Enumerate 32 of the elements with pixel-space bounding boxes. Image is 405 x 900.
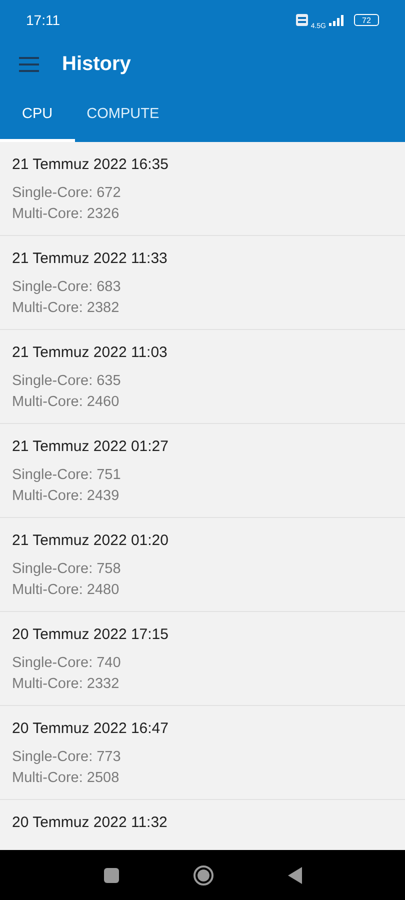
- menu-icon[interactable]: [19, 56, 39, 72]
- volte-icon: [296, 14, 308, 26]
- single-core-score: Single-Core: 758: [12, 560, 122, 579]
- battery-icon: 72: [354, 14, 379, 26]
- tab[interactable]: COMPUTE: [74, 88, 172, 142]
- result-date: 21 Temmuz 2022 16:35: [12, 156, 170, 174]
- multi-core-score: Multi-Core: 2332: [12, 675, 120, 694]
- single-core-score: Single-Core: 773: [12, 748, 122, 767]
- multi-core-score: Multi-Core: 2326: [12, 205, 120, 224]
- result-date: 21 Temmuz 2022 11:33: [12, 250, 168, 268]
- multi-core-score: Multi-Core: 2439: [12, 487, 120, 506]
- result-date: 20 Temmuz 2022 16:47: [12, 720, 170, 738]
- screen-title: History: [62, 52, 131, 76]
- result-date: 21 Temmuz 2022 01:27: [12, 438, 170, 456]
- result-date: 20 Temmuz 2022 17:15: [12, 626, 170, 644]
- status-time: 17:11: [26, 12, 60, 28]
- recents-icon[interactable]: [104, 868, 118, 882]
- single-core-score: Single-Core: 740: [12, 654, 122, 673]
- signal-icon: [329, 14, 345, 26]
- result-date: 21 Temmuz 2022 11:03: [12, 344, 168, 362]
- multi-core-score: Multi-Core: 2480: [12, 581, 120, 600]
- single-core-score: Single-Core: 635: [12, 372, 122, 391]
- single-core-score: Single-Core: 672: [12, 184, 122, 203]
- back-icon[interactable]: [288, 866, 302, 884]
- result-date: 20 Temmuz 2022 11:32: [12, 814, 168, 832]
- multi-core-score: Multi-Core: 2508: [12, 769, 120, 788]
- single-core-score: Single-Core: 683: [12, 278, 122, 297]
- single-core-score: Single-Core: 751: [12, 466, 122, 485]
- multi-core-score: Multi-Core: 2460: [12, 393, 120, 412]
- multi-core-score: Multi-Core: 2382: [12, 299, 120, 318]
- result-date: 21 Temmuz 2022 01:20: [12, 532, 170, 550]
- home-icon[interactable]: [192, 864, 214, 886]
